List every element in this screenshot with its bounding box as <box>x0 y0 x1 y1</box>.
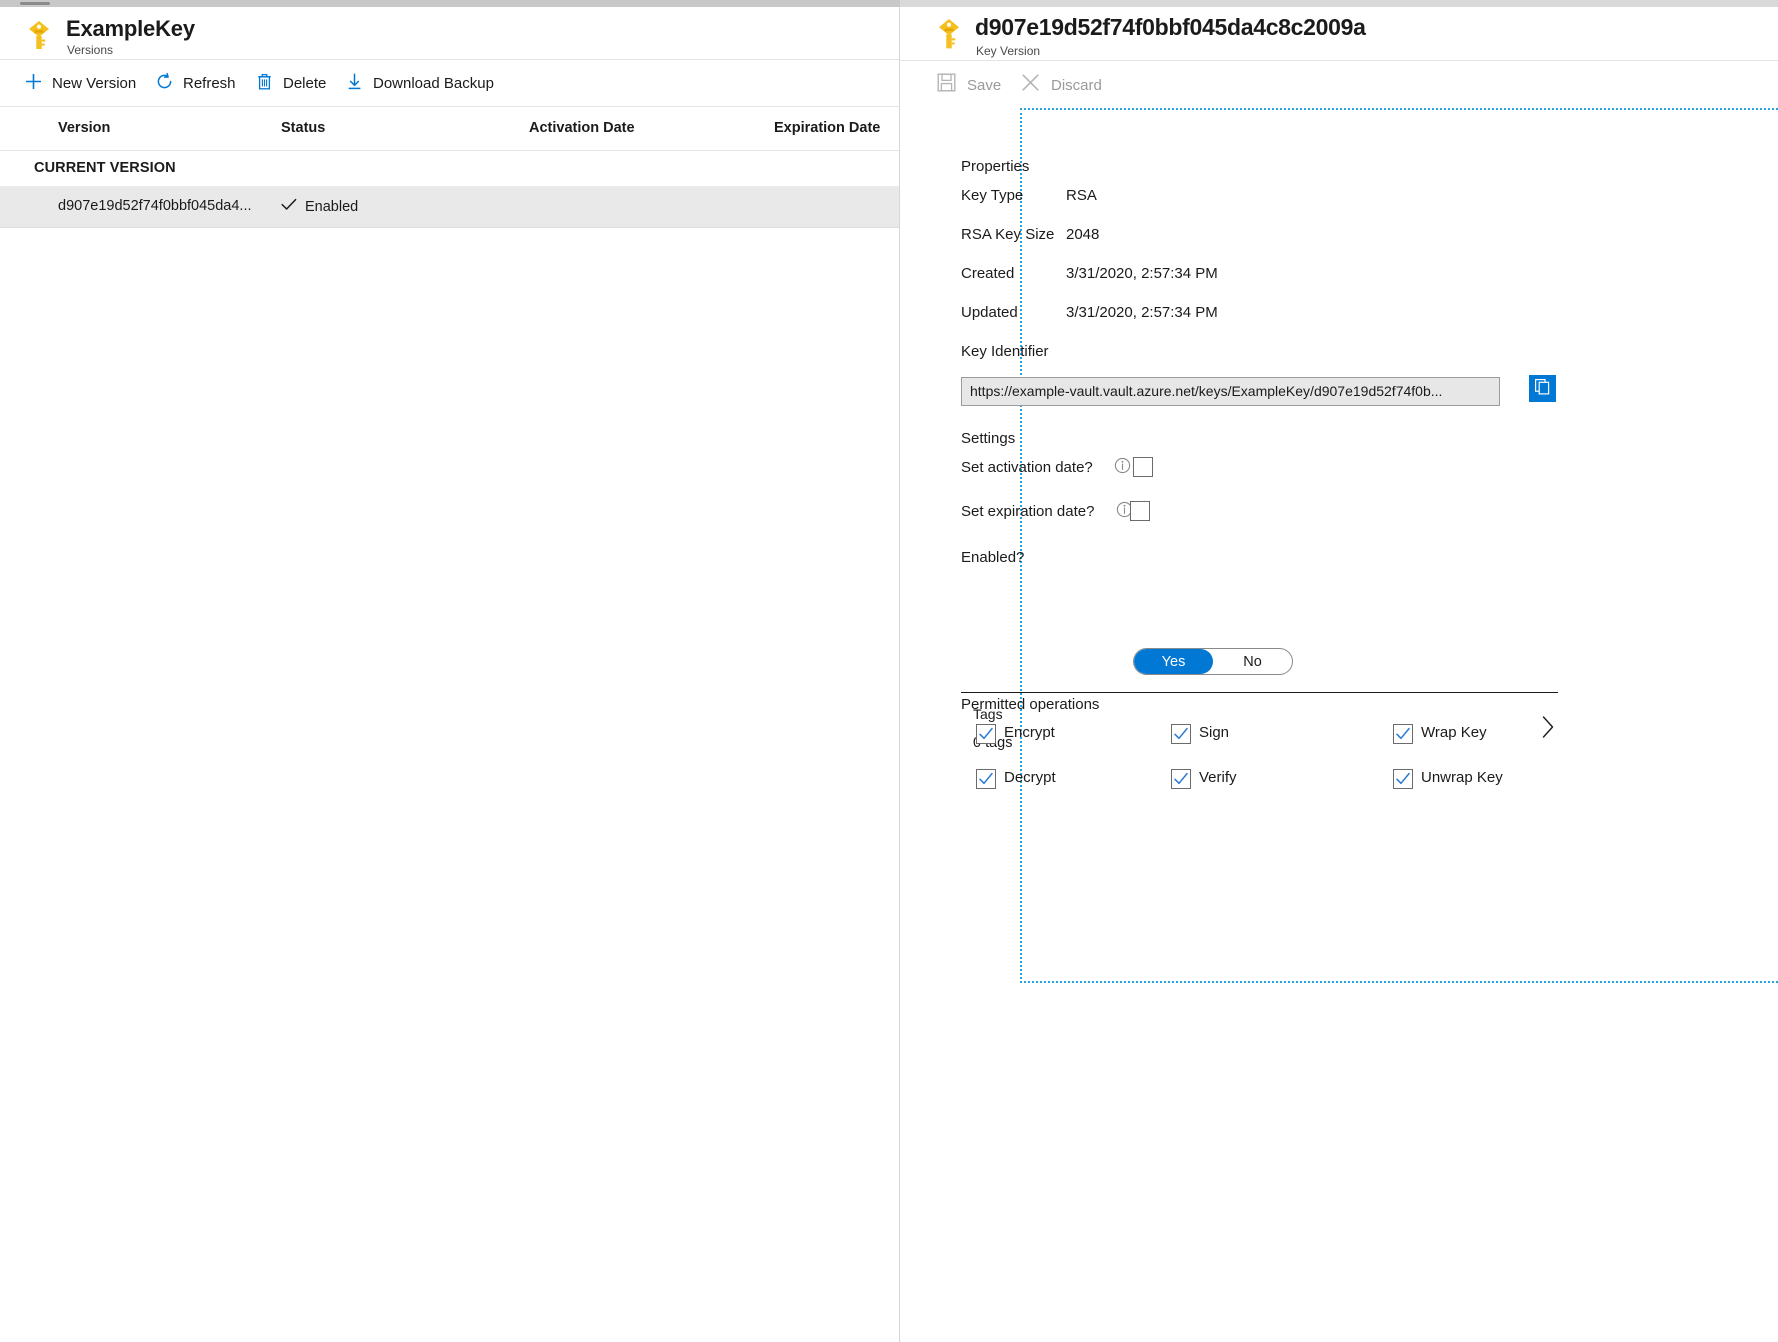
new-version-button[interactable]: New Version <box>24 60 136 107</box>
scrollbar-thumb[interactable] <box>20 2 50 5</box>
discard-button[interactable]: Discard <box>1020 61 1102 109</box>
column-header-version[interactable]: Version <box>58 120 110 136</box>
created-value: 3/31/2020, 2:57:34 PM <box>1066 265 1218 282</box>
chevron-right-icon[interactable] <box>1540 714 1556 745</box>
refresh-icon <box>155 72 174 96</box>
permitted-op-sign-checkbox[interactable] <box>1171 724 1191 744</box>
cell-version: d907e19d52f74f0bbf045da4... <box>58 198 252 214</box>
permitted-op-decrypt-checkbox[interactable] <box>976 769 996 789</box>
enabled-label: Enabled? <box>961 549 1024 566</box>
discard-icon <box>1020 72 1041 98</box>
permitted-op-unwrap-key-label: Unwrap Key <box>1421 769 1503 786</box>
key-version-title: d907e19d52f74f0bbf045da4c8c2009a <box>975 14 1366 41</box>
versions-toolbar: New Version Refresh Delete <box>0 60 899 107</box>
versions-table-header: Version Status Activation Date Expiratio… <box>0 107 899 151</box>
key-version-subtitle: Key Version <box>976 44 1040 58</box>
permitted-op-decrypt-label: Decrypt <box>1004 769 1056 786</box>
table-group-row: CURRENT VERSION <box>0 151 899 187</box>
info-icon[interactable] <box>1114 457 1131 479</box>
download-backup-label: Download Backup <box>373 75 494 92</box>
key-identifier-field[interactable]: https://example-vault.vault.azure.net/ke… <box>961 377 1500 406</box>
delete-button[interactable]: Delete <box>255 60 326 107</box>
refresh-label: Refresh <box>183 75 236 92</box>
download-icon <box>345 72 364 96</box>
permitted-op-unwrap-key-checkbox[interactable] <box>1393 769 1413 789</box>
updated-value: 3/31/2020, 2:57:34 PM <box>1066 304 1218 321</box>
set-activation-date-checkbox[interactable] <box>1133 457 1153 477</box>
column-header-expiration-date[interactable]: Expiration Date <box>774 120 880 136</box>
permitted-op-encrypt-checkbox[interactable] <box>976 724 996 744</box>
delete-label: Delete <box>283 75 326 92</box>
window-chrome-strip-right <box>900 0 1778 7</box>
permitted-op-verify-label: Verify <box>1199 769 1237 786</box>
key-icon <box>936 18 962 55</box>
enabled-toggle-yes[interactable]: Yes <box>1134 649 1213 674</box>
column-header-activation-date[interactable]: Activation Date <box>529 120 635 136</box>
save-label: Save <box>967 77 1001 94</box>
permitted-op-verify-checkbox[interactable] <box>1171 769 1191 789</box>
key-version-toolbar: Save Discard <box>900 60 1778 108</box>
permitted-operations-section-title: Permitted operations <box>961 696 1099 713</box>
save-button[interactable]: Save <box>936 61 1001 109</box>
set-expiration-date-label: Set expiration date? <box>961 503 1094 520</box>
refresh-button[interactable]: Refresh <box>155 60 236 107</box>
table-row[interactable]: d907e19d52f74f0bbf045da4... Enabled <box>0 187 899 228</box>
status-label: Enabled <box>305 199 358 215</box>
enabled-toggle-no[interactable]: No <box>1213 649 1292 674</box>
versions-blade: ExampleKey Versions New Version Refresh <box>0 7 899 1342</box>
permitted-op-sign-label: Sign <box>1199 724 1229 741</box>
key-type-value: RSA <box>1066 187 1097 204</box>
key-icon <box>26 20 52 55</box>
rsa-key-size-value: 2048 <box>1066 226 1099 243</box>
copy-key-identifier-button[interactable] <box>1529 375 1556 402</box>
key-type-label: Key Type <box>961 187 1023 204</box>
copy-icon <box>1534 378 1551 400</box>
permitted-op-encrypt-label: Encrypt <box>1004 724 1055 741</box>
focus-outline <box>1020 108 1778 983</box>
set-expiration-date-checkbox[interactable] <box>1130 501 1150 521</box>
rsa-key-size-label: RSA Key Size <box>961 226 1054 243</box>
window-chrome-strip <box>0 0 1778 7</box>
key-identifier-label: Key Identifier <box>961 343 1049 360</box>
created-label: Created <box>961 265 1014 282</box>
versions-blade-header: ExampleKey Versions <box>0 7 899 60</box>
settings-section-title: Settings <box>961 430 1015 447</box>
plus-icon <box>24 72 43 96</box>
properties-section-title: Properties <box>961 158 1029 175</box>
updated-label: Updated <box>961 304 1018 321</box>
permitted-op-wrap-key-checkbox[interactable] <box>1393 724 1413 744</box>
cell-status: Enabled <box>281 198 358 215</box>
column-header-status[interactable]: Status <box>281 120 325 136</box>
set-activation-date-label: Set activation date? <box>961 459 1093 476</box>
new-version-label: New Version <box>52 75 136 92</box>
group-row-label: CURRENT VERSION <box>34 160 176 176</box>
key-version-blade: d907e19d52f74f0bbf045da4c8c2009a Key Ver… <box>900 7 1778 1342</box>
download-backup-button[interactable]: Download Backup <box>345 60 494 107</box>
save-icon <box>936 72 957 98</box>
permitted-op-wrap-key-label: Wrap Key <box>1421 724 1487 741</box>
checkmark-icon <box>281 198 297 215</box>
page-title: ExampleKey <box>66 16 195 42</box>
key-version-header: d907e19d52f74f0bbf045da4c8c2009a Key Ver… <box>900 7 1778 60</box>
enabled-toggle[interactable]: Yes No <box>1133 648 1293 675</box>
trash-icon <box>255 72 274 96</box>
discard-label: Discard <box>1051 77 1102 94</box>
page-subtitle: Versions <box>67 43 113 57</box>
